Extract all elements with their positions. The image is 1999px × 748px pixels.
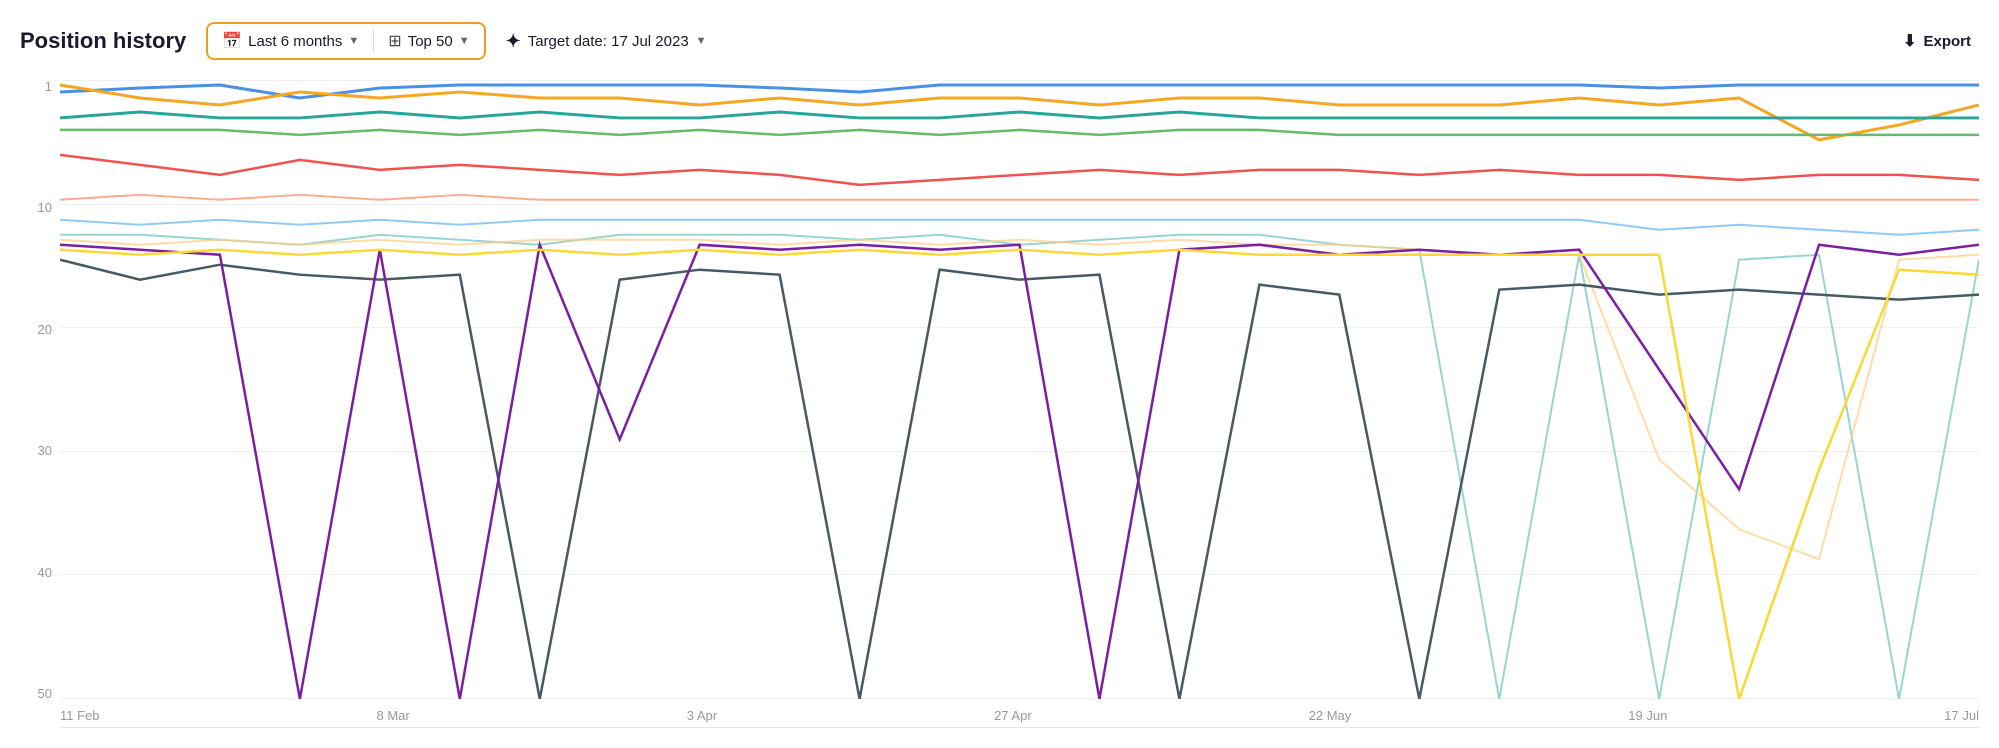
toolbar: Position history 📅 Last 6 months ▼ ⊞ Top… [20, 16, 1979, 66]
top-filter-button[interactable]: ⊞ Top 50 ▼ [382, 29, 475, 53]
x-label-jun: 19 Jun [1628, 708, 1667, 723]
top-label: Top 50 [408, 33, 453, 50]
x-label-feb: 11 Feb [60, 708, 100, 723]
y-label-30: 30 [38, 444, 52, 457]
target-chevron-icon: ▼ [696, 35, 707, 47]
x-label-apr-late: 27 Apr [994, 708, 1032, 723]
period-filter-button[interactable]: 📅 Last 6 months ▼ [216, 29, 365, 53]
chart-inner: 11 Feb 8 Mar 3 Apr 27 Apr 22 May 19 Jun … [60, 80, 1979, 728]
y-label-10: 10 [38, 201, 52, 214]
table-icon: ⊞ [388, 31, 401, 51]
filter-divider [373, 30, 374, 52]
export-label: Export [1923, 33, 1971, 50]
y-label-40: 40 [38, 566, 52, 579]
x-label-mar: 8 Mar [377, 708, 410, 723]
target-date-button[interactable]: ✦ Target date: 17 Jul 2023 ▼ [498, 26, 715, 57]
chart-container: Position history 📅 Last 6 months ▼ ⊞ Top… [0, 0, 1999, 748]
chart-title: Position history [20, 28, 186, 54]
export-button[interactable]: ⬇ Export [1895, 26, 1979, 56]
top-chevron-icon: ▼ [459, 35, 470, 47]
period-chevron-icon: ▼ [348, 35, 359, 47]
y-axis: 1 10 20 30 40 50 [20, 80, 60, 728]
period-label: Last 6 months [248, 33, 342, 50]
y-label-50: 50 [38, 687, 52, 700]
position-history-chart [60, 80, 1979, 699]
x-label-jul: 17 Jul [1944, 708, 1979, 723]
y-label-1: 1 [45, 80, 52, 93]
x-label-apr-early: 3 Apr [687, 708, 717, 723]
y-label-20: 20 [38, 323, 52, 336]
target-label: Target date: 17 Jul 2023 [528, 33, 689, 50]
trend-icon: ✦ [506, 31, 521, 52]
chart-area: 1 10 20 30 40 50 [20, 80, 1979, 728]
calendar-icon: 📅 [222, 31, 242, 51]
x-axis: 11 Feb 8 Mar 3 Apr 27 Apr 22 May 19 Jun … [60, 699, 1979, 727]
x-label-may: 22 May [1309, 708, 1352, 723]
export-icon: ⬇ [1903, 31, 1916, 51]
filter-group: 📅 Last 6 months ▼ ⊞ Top 50 ▼ [206, 22, 485, 60]
